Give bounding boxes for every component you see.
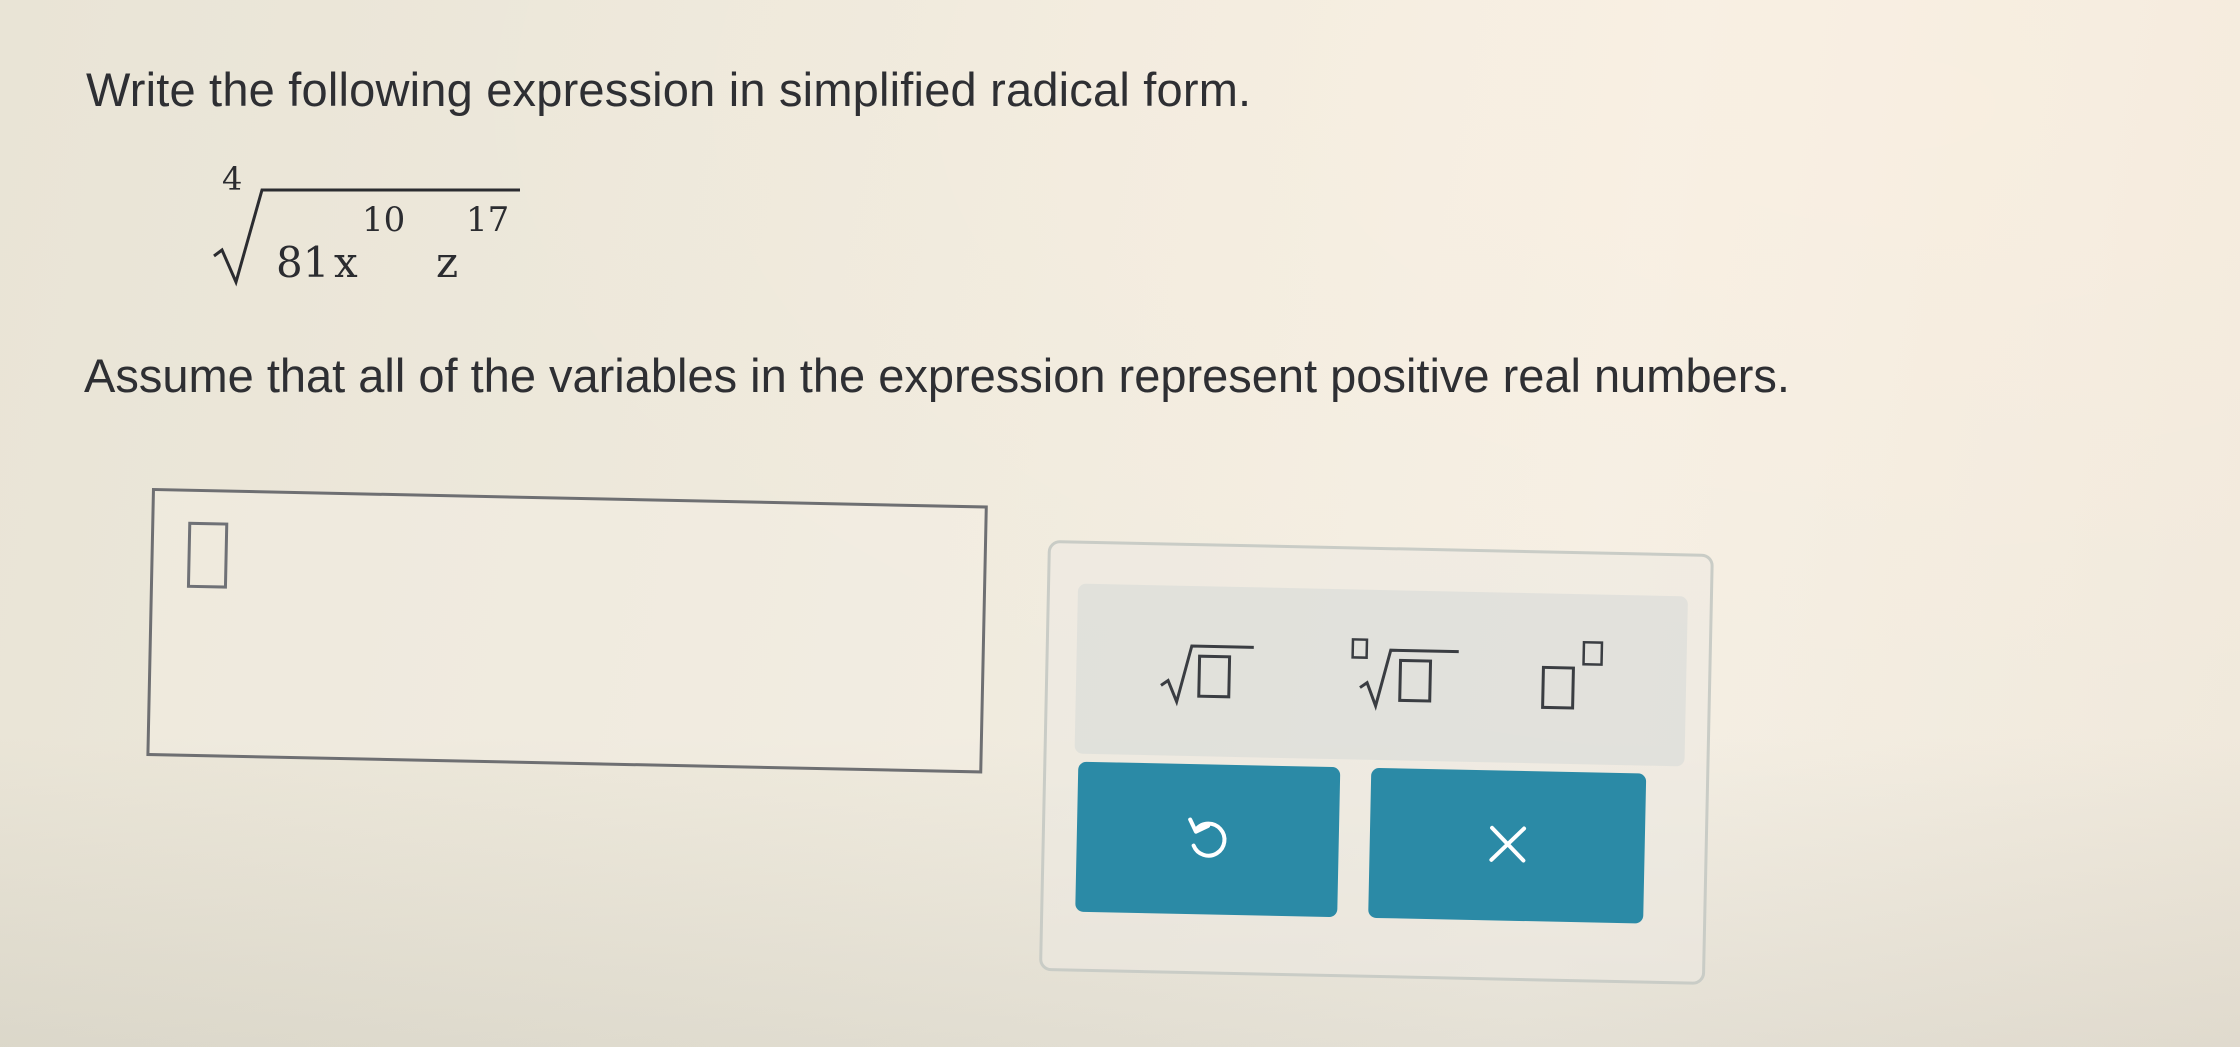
undo-icon	[1181, 811, 1234, 867]
sqrt-template-icon	[1160, 644, 1254, 707]
close-icon	[1481, 818, 1534, 874]
radical-expression: 4 81 x 10 z 17	[210, 160, 530, 300]
square-root-button[interactable]	[1140, 625, 1272, 718]
variable-x: x	[334, 238, 358, 287]
radical-index: 4	[222, 160, 243, 198]
nth-root-button[interactable]	[1345, 629, 1477, 722]
nth-root-template-icon	[1351, 638, 1459, 711]
answer-input[interactable]	[146, 488, 988, 774]
variable-z: z	[436, 238, 459, 287]
exponent-x: 10	[362, 200, 406, 240]
exponent-z: 17	[466, 200, 510, 240]
math-keypad	[1038, 540, 1714, 985]
assumption-note: Assume that all of the variables in the …	[84, 349, 1790, 402]
superscript-template-icon	[1541, 640, 1604, 710]
answer-placeholder-box[interactable]	[186, 521, 229, 589]
template-toolbar	[1074, 583, 1688, 767]
coefficient: 81	[276, 238, 330, 287]
exponent-button[interactable]	[1530, 633, 1662, 726]
question-prompt: Write the following expression in simpli…	[86, 63, 1252, 116]
undo-button[interactable]	[1075, 761, 1341, 918]
clear-button[interactable]	[1368, 767, 1647, 924]
